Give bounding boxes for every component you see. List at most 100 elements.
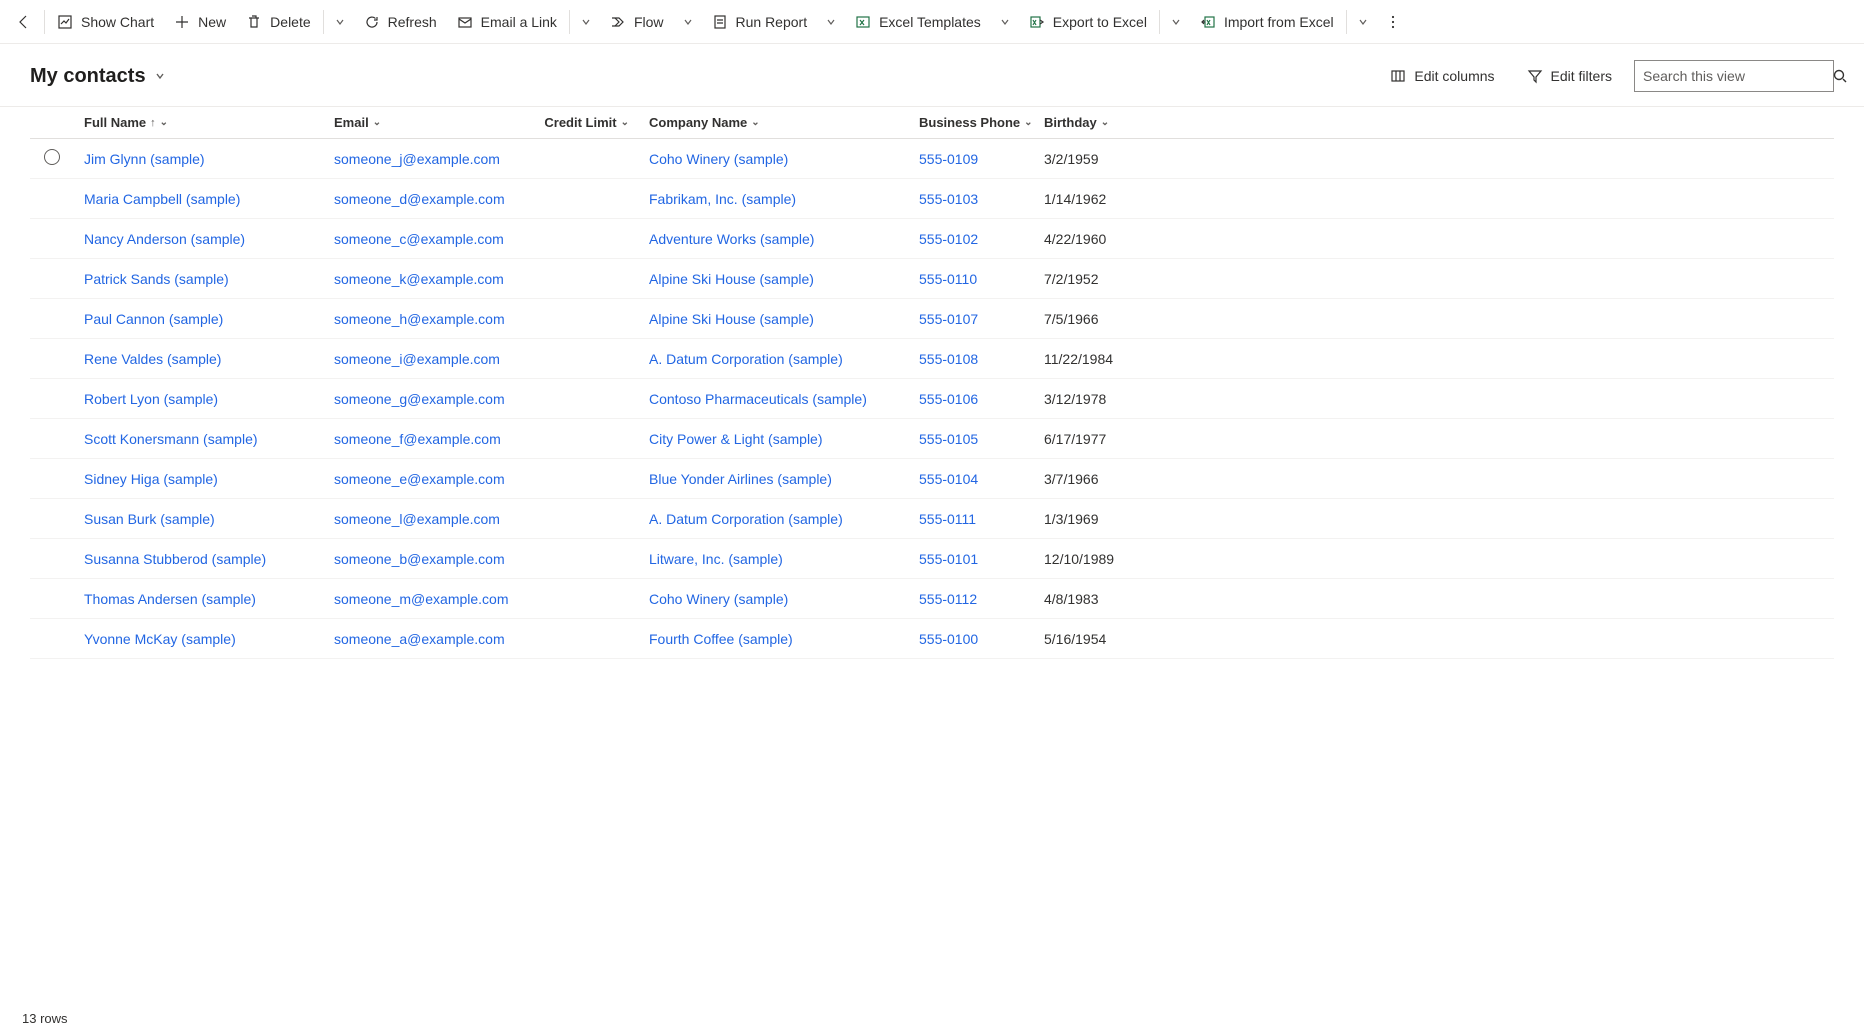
- row-select-cell[interactable]: [30, 219, 74, 259]
- company-link[interactable]: Litware, Inc. (sample): [649, 551, 783, 567]
- fullname-link[interactable]: Rene Valdes (sample): [84, 351, 221, 367]
- fullname-link[interactable]: Patrick Sands (sample): [84, 271, 229, 287]
- company-link[interactable]: Fourth Coffee (sample): [649, 631, 793, 647]
- row-select-radio[interactable]: [44, 149, 60, 165]
- table-row[interactable]: Paul Cannon (sample) someone_h@example.c…: [30, 299, 1834, 339]
- phone-link[interactable]: 555-0111: [919, 511, 976, 527]
- refresh-button[interactable]: Refresh: [354, 0, 447, 44]
- edit-filters-button[interactable]: Edit filters: [1517, 60, 1622, 92]
- phone-link[interactable]: 555-0107: [919, 311, 978, 327]
- phone-link[interactable]: 555-0102: [919, 231, 978, 247]
- row-select-cell[interactable]: [30, 579, 74, 619]
- table-row[interactable]: Maria Campbell (sample) someone_d@exampl…: [30, 179, 1834, 219]
- import-excel-dropdown[interactable]: [1349, 0, 1377, 44]
- email-link[interactable]: someone_h@example.com: [334, 311, 505, 327]
- export-excel-dropdown[interactable]: [1162, 0, 1190, 44]
- email-link-dropdown[interactable]: [572, 0, 600, 44]
- table-row[interactable]: Thomas Andersen (sample) someone_m@examp…: [30, 579, 1834, 619]
- flow-dropdown[interactable]: [674, 0, 702, 44]
- phone-link[interactable]: 555-0101: [919, 551, 978, 567]
- column-header-phone[interactable]: Business Phone ⌄: [909, 107, 1034, 139]
- email-link[interactable]: someone_e@example.com: [334, 471, 505, 487]
- export-excel-button[interactable]: Export to Excel: [1019, 0, 1157, 44]
- column-header-birthday[interactable]: Birthday ⌄: [1034, 107, 1834, 139]
- email-link[interactable]: someone_l@example.com: [334, 511, 500, 527]
- show-chart-button[interactable]: Show Chart: [47, 0, 164, 44]
- table-row[interactable]: Sidney Higa (sample) someone_e@example.c…: [30, 459, 1834, 499]
- phone-link[interactable]: 555-0112: [919, 591, 977, 607]
- row-select-cell[interactable]: [30, 259, 74, 299]
- excel-templates-button[interactable]: Excel Templates: [845, 0, 991, 44]
- table-row[interactable]: Susan Burk (sample) someone_l@example.co…: [30, 499, 1834, 539]
- search-input[interactable]: [1643, 68, 1824, 84]
- row-select-cell[interactable]: [30, 419, 74, 459]
- row-select-cell[interactable]: [30, 459, 74, 499]
- flow-button[interactable]: Flow: [600, 0, 674, 44]
- company-link[interactable]: A. Datum Corporation (sample): [649, 511, 843, 527]
- email-link[interactable]: someone_a@example.com: [334, 631, 505, 647]
- table-row[interactable]: Robert Lyon (sample) someone_g@example.c…: [30, 379, 1834, 419]
- fullname-link[interactable]: Maria Campbell (sample): [84, 191, 240, 207]
- email-link[interactable]: someone_d@example.com: [334, 191, 505, 207]
- delete-button[interactable]: Delete: [236, 0, 320, 44]
- search-box[interactable]: [1634, 60, 1834, 92]
- excel-templates-dropdown[interactable]: [991, 0, 1019, 44]
- email-link[interactable]: someone_f@example.com: [334, 431, 501, 447]
- run-report-dropdown[interactable]: [817, 0, 845, 44]
- phone-link[interactable]: 555-0105: [919, 431, 978, 447]
- row-select-cell[interactable]: [30, 139, 74, 179]
- fullname-link[interactable]: Jim Glynn (sample): [84, 151, 205, 167]
- company-link[interactable]: Coho Winery (sample): [649, 591, 788, 607]
- company-link[interactable]: A. Datum Corporation (sample): [649, 351, 843, 367]
- fullname-link[interactable]: Scott Konersmann (sample): [84, 431, 258, 447]
- row-select-cell[interactable]: [30, 339, 74, 379]
- table-row[interactable]: Jim Glynn (sample) someone_j@example.com…: [30, 139, 1834, 179]
- delete-dropdown[interactable]: [326, 0, 354, 44]
- table-row[interactable]: Susanna Stubberod (sample) someone_b@exa…: [30, 539, 1834, 579]
- column-header-select[interactable]: [30, 107, 74, 139]
- row-select-cell[interactable]: [30, 299, 74, 339]
- phone-link[interactable]: 555-0103: [919, 191, 978, 207]
- email-link-button[interactable]: Email a Link: [447, 0, 567, 44]
- fullname-link[interactable]: Susanna Stubberod (sample): [84, 551, 266, 567]
- row-select-cell[interactable]: [30, 179, 74, 219]
- table-row[interactable]: Nancy Anderson (sample) someone_c@exampl…: [30, 219, 1834, 259]
- company-link[interactable]: Contoso Pharmaceuticals (sample): [649, 391, 867, 407]
- fullname-link[interactable]: Nancy Anderson (sample): [84, 231, 245, 247]
- company-link[interactable]: Alpine Ski House (sample): [649, 271, 814, 287]
- company-link[interactable]: Adventure Works (sample): [649, 231, 814, 247]
- row-select-cell[interactable]: [30, 499, 74, 539]
- email-link[interactable]: someone_k@example.com: [334, 271, 504, 287]
- view-selector[interactable]: My contacts: [30, 65, 166, 88]
- fullname-link[interactable]: Robert Lyon (sample): [84, 391, 218, 407]
- table-row[interactable]: Yvonne McKay (sample) someone_a@example.…: [30, 619, 1834, 659]
- column-header-email[interactable]: Email ⌄: [324, 107, 544, 139]
- row-select-cell[interactable]: [30, 379, 74, 419]
- more-commands-button[interactable]: [1377, 0, 1409, 44]
- table-row[interactable]: Rene Valdes (sample) someone_i@example.c…: [30, 339, 1834, 379]
- row-select-cell[interactable]: [30, 619, 74, 659]
- email-link[interactable]: someone_j@example.com: [334, 151, 500, 167]
- phone-link[interactable]: 555-0104: [919, 471, 978, 487]
- new-button[interactable]: New: [164, 0, 236, 44]
- phone-link[interactable]: 555-0109: [919, 151, 978, 167]
- email-link[interactable]: someone_g@example.com: [334, 391, 505, 407]
- company-link[interactable]: Alpine Ski House (sample): [649, 311, 814, 327]
- fullname-link[interactable]: Thomas Andersen (sample): [84, 591, 256, 607]
- run-report-button[interactable]: Run Report: [702, 0, 818, 44]
- phone-link[interactable]: 555-0108: [919, 351, 978, 367]
- phone-link[interactable]: 555-0106: [919, 391, 978, 407]
- company-link[interactable]: Coho Winery (sample): [649, 151, 788, 167]
- email-link[interactable]: someone_m@example.com: [334, 591, 509, 607]
- fullname-link[interactable]: Paul Cannon (sample): [84, 311, 223, 327]
- fullname-link[interactable]: Sidney Higa (sample): [84, 471, 218, 487]
- email-link[interactable]: someone_i@example.com: [334, 351, 500, 367]
- back-button[interactable]: [6, 0, 42, 44]
- phone-link[interactable]: 555-0110: [919, 271, 977, 287]
- column-header-fullname[interactable]: Full Name ↑ ⌄: [74, 107, 324, 139]
- phone-link[interactable]: 555-0100: [919, 631, 978, 647]
- email-link[interactable]: someone_c@example.com: [334, 231, 504, 247]
- row-select-cell[interactable]: [30, 539, 74, 579]
- fullname-link[interactable]: Yvonne McKay (sample): [84, 631, 236, 647]
- column-header-creditlimit[interactable]: Credit Limit ⌄: [544, 107, 639, 139]
